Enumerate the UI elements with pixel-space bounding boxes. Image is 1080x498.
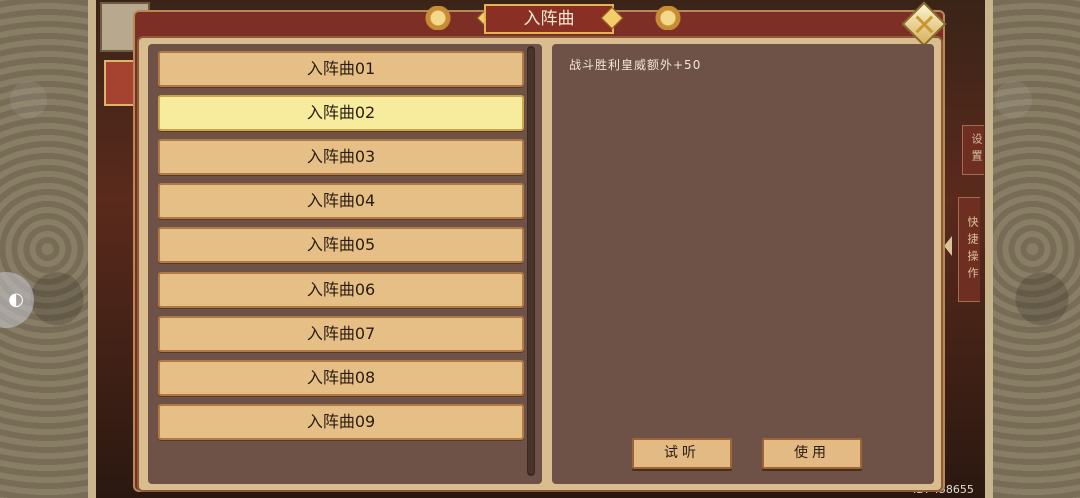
song-item-01[interactable]: 入阵曲01 bbox=[158, 51, 524, 87]
background-pattern-left bbox=[0, 0, 95, 498]
side-expand-arrow-icon[interactable] bbox=[944, 236, 952, 256]
song-description: 战斗胜利皇威额外+50 bbox=[569, 58, 702, 72]
song-list-scrollbar-thumb[interactable] bbox=[528, 48, 534, 474]
side-tab-settings[interactable]: 设置 bbox=[962, 125, 984, 175]
description-panel bbox=[552, 44, 934, 484]
background-pillar-right bbox=[985, 0, 993, 498]
song-item-05[interactable]: 入阵曲05 bbox=[158, 227, 524, 263]
song-item-08[interactable]: 入阵曲08 bbox=[158, 360, 524, 396]
song-item-09[interactable]: 入阵曲09 bbox=[158, 404, 524, 440]
title-ornament-right-icon bbox=[642, 6, 694, 30]
song-item-03[interactable]: 入阵曲03 bbox=[158, 139, 524, 175]
song-item-07[interactable]: 入阵曲07 bbox=[158, 316, 524, 352]
use-button[interactable]: 使用 bbox=[762, 438, 862, 469]
song-item-02[interactable]: 入阵曲02 bbox=[158, 95, 524, 131]
dialog-title: 入阵曲 bbox=[484, 4, 614, 34]
side-tab-shortcut[interactable]: 快捷操作 bbox=[958, 197, 980, 302]
song-item-06[interactable]: 入阵曲06 bbox=[158, 272, 524, 308]
listen-button[interactable]: 试听 bbox=[632, 438, 732, 469]
title-ornament-left-icon bbox=[412, 6, 464, 30]
background-pillar-left bbox=[88, 0, 96, 498]
background-pattern-right bbox=[985, 0, 1080, 498]
song-item-04[interactable]: 入阵曲04 bbox=[158, 183, 524, 219]
